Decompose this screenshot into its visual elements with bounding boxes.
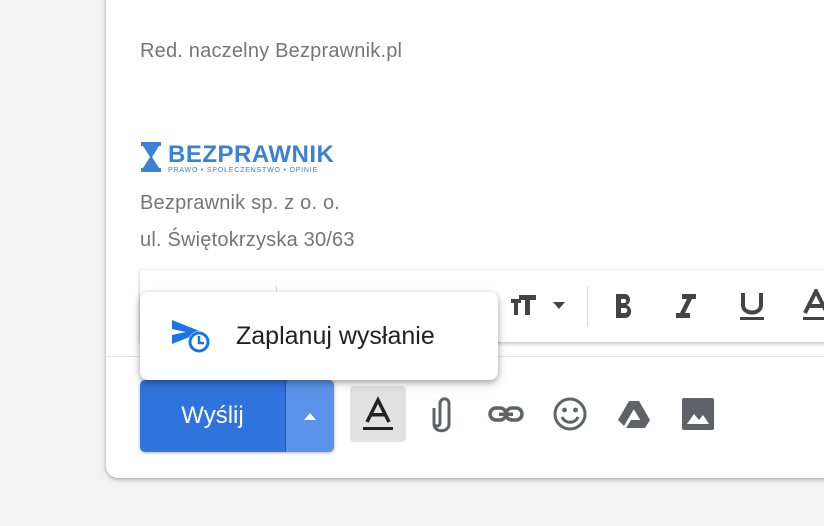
link-icon (488, 406, 524, 422)
emoji-icon (553, 397, 587, 431)
text-color-button[interactable] (796, 286, 824, 326)
logo-name: BEZPRAWNIK (168, 141, 335, 168)
underline-icon (740, 293, 764, 320)
signature-company: Bezprawnik sp. z o. o. (140, 192, 341, 214)
italic-button[interactable] (666, 286, 706, 326)
schedule-send-icon (172, 320, 210, 353)
insert-drive-file-button[interactable] (606, 386, 662, 442)
text-size-icon (511, 295, 565, 315)
insert-emoji-button[interactable] (542, 386, 598, 442)
schedule-send-menu-item[interactable]: Zaplanuj wysłanie (236, 322, 435, 351)
drive-icon (618, 401, 650, 428)
italic-icon (676, 294, 696, 318)
formatting-options-icon (363, 396, 393, 430)
attach-icon (432, 397, 451, 433)
send-button[interactable]: Wyślij (140, 380, 285, 452)
image-icon (682, 398, 714, 430)
signature-address: ul. Świętokrzyska 30/63 (140, 229, 355, 251)
schedule-send-icon-wrap (170, 314, 214, 358)
send-split-button: Wyślij (140, 380, 334, 452)
bold-icon (616, 294, 632, 318)
send-options-button[interactable] (286, 380, 334, 452)
formatting-options-button[interactable] (350, 386, 406, 442)
bezprawnik-logo: BEZPRAWNIK PRAWO • SPOŁECZEŃSTWO • OPINI… (140, 141, 340, 178)
signature-editor-line: Red. naczelny Bezprawnik.pl (140, 40, 403, 62)
text-color-icon (803, 289, 824, 320)
caret-up-icon (304, 413, 316, 420)
underline-button[interactable] (732, 286, 772, 326)
logo-hourglass-icon (141, 142, 161, 172)
toolbar-separator (587, 286, 588, 326)
text-size-button[interactable] (502, 286, 572, 326)
attach-file-button[interactable] (414, 386, 470, 442)
schedule-send-menu: Zaplanuj wysłanie (140, 292, 498, 380)
insert-photo-button[interactable] (670, 386, 726, 442)
bold-button[interactable] (604, 286, 644, 326)
logo-tagline: PRAWO • SPOŁECZEŃSTWO • OPINIE (168, 167, 318, 174)
insert-link-button[interactable] (478, 386, 534, 442)
